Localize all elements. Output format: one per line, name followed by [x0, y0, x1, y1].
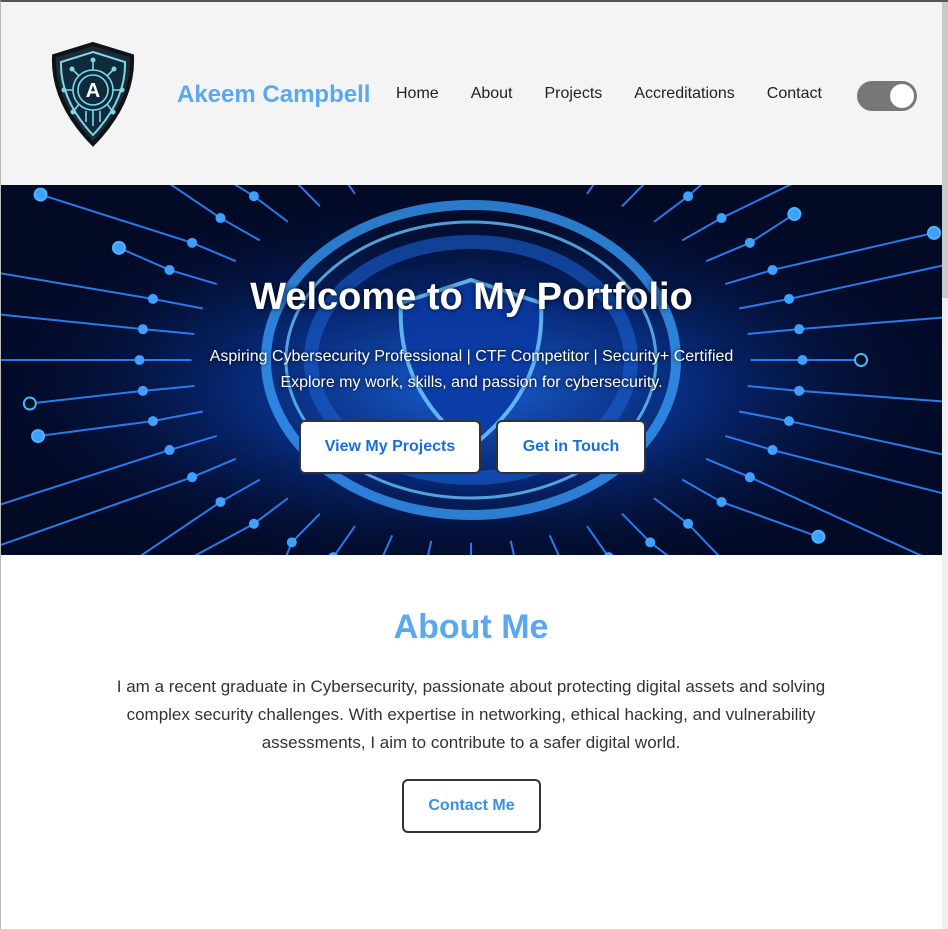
hero-subtitle-line1: Aspiring Cybersecurity Professional | CT… — [209, 348, 734, 365]
about-title: About Me — [393, 608, 549, 646]
get-in-touch-button[interactable]: Get in Touch — [496, 420, 646, 474]
scrollbar-thumb[interactable] — [942, 2, 948, 298]
nav-home[interactable]: Home — [396, 85, 439, 103]
brand-name[interactable]: Akeem Campbell — [177, 81, 370, 109]
nav-accreditations[interactable]: Accreditations — [634, 85, 735, 103]
hero-subtitle-line2: Explore my work, skills, and passion for… — [280, 374, 663, 391]
site-header: A Akeem Campbell Home About Projects Acc… — [1, 2, 942, 185]
view-projects-button[interactable]: View My Projects — [299, 420, 481, 474]
logo-letter: A — [86, 80, 100, 102]
shield-logo-icon[interactable]: A — [46, 40, 140, 148]
nav-projects[interactable]: Projects — [545, 85, 603, 103]
contact-me-button[interactable]: Contact Me — [402, 779, 541, 833]
nav-about[interactable]: About — [471, 85, 513, 103]
main-nav: Home About Projects Accreditations Conta… — [396, 85, 854, 103]
theme-toggle[interactable] — [857, 81, 917, 111]
nav-contact[interactable]: Contact — [767, 85, 822, 103]
hero-section: Welcome to My Portfolio Aspiring Cyberse… — [1, 185, 942, 555]
toggle-knob — [890, 84, 914, 108]
about-text: I am a recent graduate in Cybersecurity,… — [116, 677, 826, 752]
hero-title: Welcome to My Portfolio — [250, 276, 693, 318]
circuit-background — [1, 185, 942, 555]
